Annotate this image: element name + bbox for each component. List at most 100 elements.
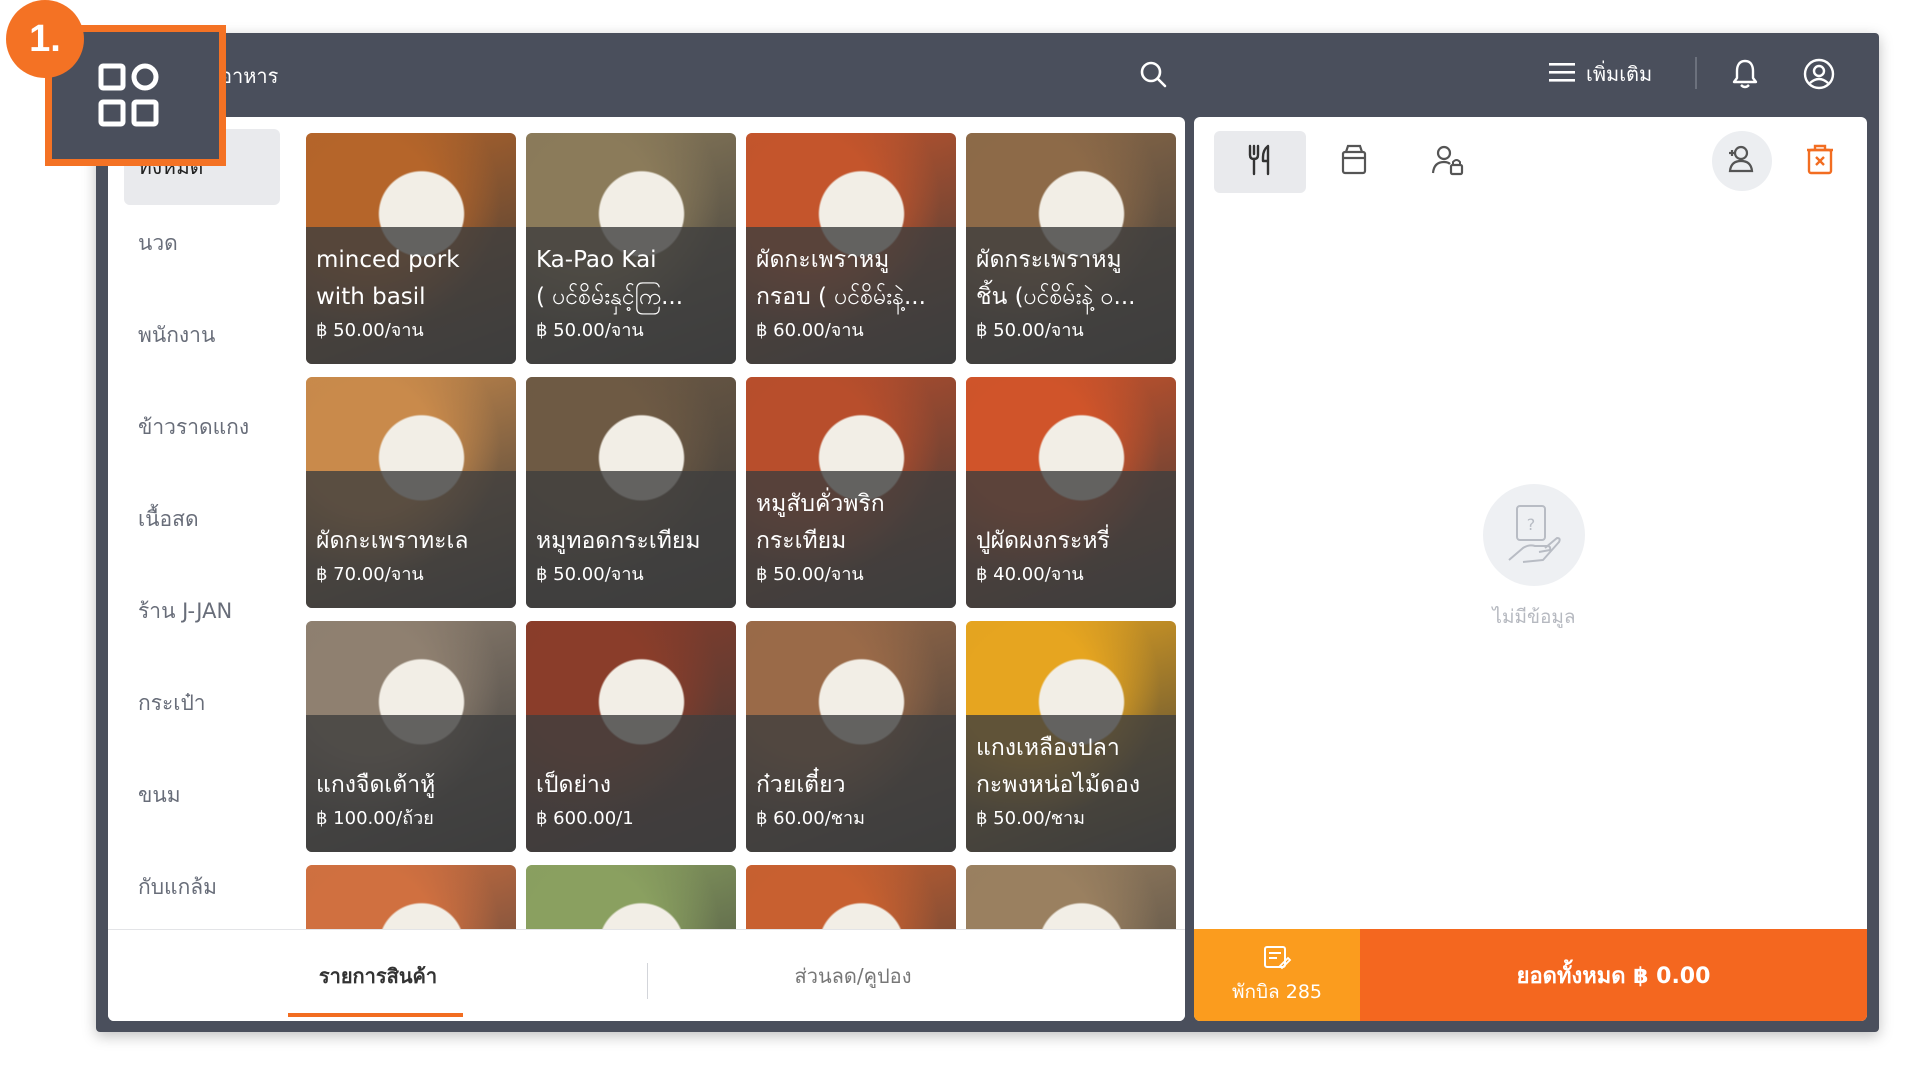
product-image xyxy=(526,865,736,929)
product-price: ฿ 50.00/จาน xyxy=(756,564,864,585)
product-card[interactable] xyxy=(526,865,736,929)
product-panel: ทั้งหมด นวด พนักงาน ข้าวราดแกง เนื้อสด ร… xyxy=(108,117,1185,1021)
product-price: ฿ 100.00/ถ้วย xyxy=(316,808,434,829)
divider xyxy=(1695,57,1697,89)
hold-bill-label: พักบิล 285 xyxy=(1231,980,1323,1003)
product-name: หมูทอดกระเทียม xyxy=(536,528,701,554)
search-icon[interactable] xyxy=(1136,57,1170,91)
product-price: ฿ 50.00/จาน xyxy=(536,564,644,585)
product-info: minced pork with basil ฿ 50.00/จาน xyxy=(316,242,508,344)
product-grid: minced pork with basil ฿ 50.00/จาน Ka-Pao K… xyxy=(298,133,1178,929)
apps-grid-icon[interactable] xyxy=(95,60,165,130)
product-image xyxy=(306,865,516,929)
product-info: ผัดกะเพราทะเล฿ 70.00/จาน xyxy=(316,523,508,588)
product-price: ฿ 50.00/จาน xyxy=(976,320,1084,341)
tab-products[interactable]: รายการสินค้า xyxy=(288,930,468,1021)
takeaway-tab[interactable] xyxy=(1308,131,1400,193)
product-card[interactable]: หมูสับคั่วพริก กระเทียม฿ 50.00/จาน xyxy=(746,377,956,608)
product-info: ปูผัดผงกระหรี่฿ 40.00/จาน xyxy=(976,523,1168,588)
product-name-line2: ชิ้น (ပင်စိမ်းနဲ့ ဝ... xyxy=(976,284,1136,310)
product-card[interactable] xyxy=(746,865,956,929)
product-card[interactable]: minced pork with basil ฿ 50.00/จาน xyxy=(306,133,516,364)
clear-cart-button[interactable] xyxy=(1800,141,1840,181)
empty-hand-icon: ? xyxy=(1483,484,1585,586)
sidebar-item-snacks[interactable]: ขนม xyxy=(124,757,280,833)
sidebar-item-label: กระเป๋า xyxy=(138,690,206,715)
product-card[interactable] xyxy=(966,865,1176,929)
product-name-line2: with basil xyxy=(316,284,426,310)
product-info: ผัดกะเพราหมู กรอบ ( ပင်စိမ်းနဲ့... ฿ 60.00… xyxy=(756,242,948,344)
product-name: minced pork xyxy=(316,247,460,273)
hold-bill-button[interactable]: พักบิล 285 xyxy=(1194,929,1360,1021)
product-card[interactable] xyxy=(306,865,516,929)
sidebar-item-label: เนื้อสด xyxy=(138,506,199,531)
product-price: ฿ 600.00/1 xyxy=(536,808,634,829)
product-name: แกงเหลืองปลา xyxy=(976,735,1120,761)
more-menu-button[interactable]: เพิ่มเติม xyxy=(1548,57,1652,91)
empty-message: ไม่มีข้อมูล xyxy=(1492,606,1576,628)
product-card[interactable]: แกงเหลืองปลา กะพงหน่อไม้ดอง฿ 50.00/ชาม xyxy=(966,621,1176,852)
profile-icon[interactable] xyxy=(1801,56,1837,92)
product-image xyxy=(966,865,1176,929)
dine-in-tab[interactable] xyxy=(1214,131,1306,193)
product-card[interactable]: Ka-Pao Kai ( ပင်စိမ်းနှင့်ကြ... ฿ 50.00/จา… xyxy=(526,133,736,364)
sidebar-item-label: ขนม xyxy=(138,782,181,807)
product-info: ผัดกระเพราหมู ชิ้น (ပင်စိမ်းနဲ့ ဝ... ฿ 50.… xyxy=(976,242,1168,344)
product-info: ก๋วยเตี๋ยว฿ 60.00/ชาม xyxy=(756,767,948,832)
svg-text:?: ? xyxy=(1527,515,1536,534)
step-badge: 1. xyxy=(6,0,84,78)
sidebar-item-rice-curry[interactable]: ข้าวราดแกง xyxy=(124,389,280,465)
product-name-line2: กระเทียม xyxy=(756,528,847,554)
product-card[interactable]: แกงจืดเต้าหู้฿ 100.00/ถ้วย xyxy=(306,621,516,852)
category-sidebar: ทั้งหมด นวด พนักงาน ข้าวราดแกง เนื้อสด ร… xyxy=(108,117,298,929)
product-card[interactable]: ผัดกะเพราหมู กรอบ ( ပင်စိမ်းနဲ့... ฿ 60.00… xyxy=(746,133,956,364)
product-name: เป็ดย่าง xyxy=(536,772,612,798)
hamburger-icon xyxy=(1548,60,1576,89)
product-name: Ka-Pao Kai xyxy=(536,247,657,273)
sidebar-item-fresh-meat[interactable]: เนื้อสด xyxy=(124,481,280,557)
active-tab-indicator xyxy=(288,1013,463,1017)
sidebar-item-label: กับแกล้ม xyxy=(138,874,218,899)
empty-state: ? ไม่มีข้อมูล xyxy=(1464,484,1604,632)
sidebar-item-appetizers[interactable]: กับแกล้ม xyxy=(124,849,280,925)
sidebar-item-bags[interactable]: กระเป๋า xyxy=(124,665,280,741)
product-card[interactable]: ก๋วยเตี๋ยว฿ 60.00/ชาม xyxy=(746,621,956,852)
product-card[interactable]: ผัดกระเพราหมู ชิ้น (ပင်စိမ်းနဲ့ ဝ... ฿ 50.… xyxy=(966,133,1176,364)
bell-icon[interactable] xyxy=(1727,56,1763,92)
sidebar-item-staff[interactable]: พนักงาน xyxy=(124,297,280,373)
product-info: แกงจืดเต้าหู้฿ 100.00/ถ้วย xyxy=(316,767,508,832)
product-price: ฿ 50.00/จาน xyxy=(536,320,644,341)
customer-tab[interactable] xyxy=(1402,131,1494,193)
product-card[interactable]: ผัดกะเพราทะเล฿ 70.00/จาน xyxy=(306,377,516,608)
product-image xyxy=(746,865,956,929)
delete-box-icon xyxy=(1804,142,1836,180)
top-bar: อาหาร เพิ่มเติม xyxy=(96,33,1879,115)
cart-panel: ? ไม่มีข้อมูล พักบิล 285 ยอดทั้งหมด ฿ 0.… xyxy=(1194,117,1867,1021)
utensils-icon xyxy=(1245,143,1275,181)
add-customer-button[interactable] xyxy=(1712,131,1772,191)
bill-icon xyxy=(1262,944,1292,977)
product-name: แกงจืดเต้าหู้ xyxy=(316,772,436,798)
product-price: ฿ 50.00/จาน xyxy=(316,320,424,341)
sidebar-item-massage[interactable]: นวด xyxy=(124,205,280,281)
category-title: อาหาร xyxy=(220,64,279,88)
product-info: หมูทอดกระเทียม฿ 50.00/จาน xyxy=(536,523,728,588)
product-card[interactable]: ปูผัดผงกระหรี่฿ 40.00/จาน xyxy=(966,377,1176,608)
pos-window: อาหาร เพิ่มเติม ทั้งหมด นวด พนักงาน ข้าว… xyxy=(96,33,1879,1032)
checkout-total-button[interactable]: ยอดทั้งหมด ฿ 0.00 xyxy=(1360,929,1867,1021)
sidebar-item-label: ข้าวราดแกง xyxy=(138,414,250,439)
product-name-line2: กรอบ ( ပင်စိမ်းနဲ့... xyxy=(756,284,926,310)
add-user-icon xyxy=(1726,143,1758,179)
product-name: ผัดกะเพราทะเล xyxy=(316,528,469,554)
product-info: หมูสับคั่วพริก กระเทียม฿ 50.00/จาน xyxy=(756,486,948,588)
product-price: ฿ 70.00/จาน xyxy=(316,564,424,585)
takeaway-box-icon xyxy=(1338,143,1370,181)
product-price: ฿ 50.00/ชาม xyxy=(976,808,1085,829)
product-card[interactable]: เป็ดย่าง฿ 600.00/1 xyxy=(526,621,736,852)
tab-discount-coupon[interactable]: ส่วนลด/คูปอง xyxy=(648,930,1058,1021)
product-info: แกงเหลืองปลา กะพงหน่อไม้ดอง฿ 50.00/ชาม xyxy=(976,730,1168,832)
product-info: เป็ดย่าง฿ 600.00/1 xyxy=(536,767,728,832)
product-card[interactable]: หมูทอดกระเทียม฿ 50.00/จาน xyxy=(526,377,736,608)
product-price: ฿ 60.00/จาน xyxy=(756,320,864,341)
sidebar-item-j-jan-shop[interactable]: ร้าน J-JAN xyxy=(124,573,280,649)
